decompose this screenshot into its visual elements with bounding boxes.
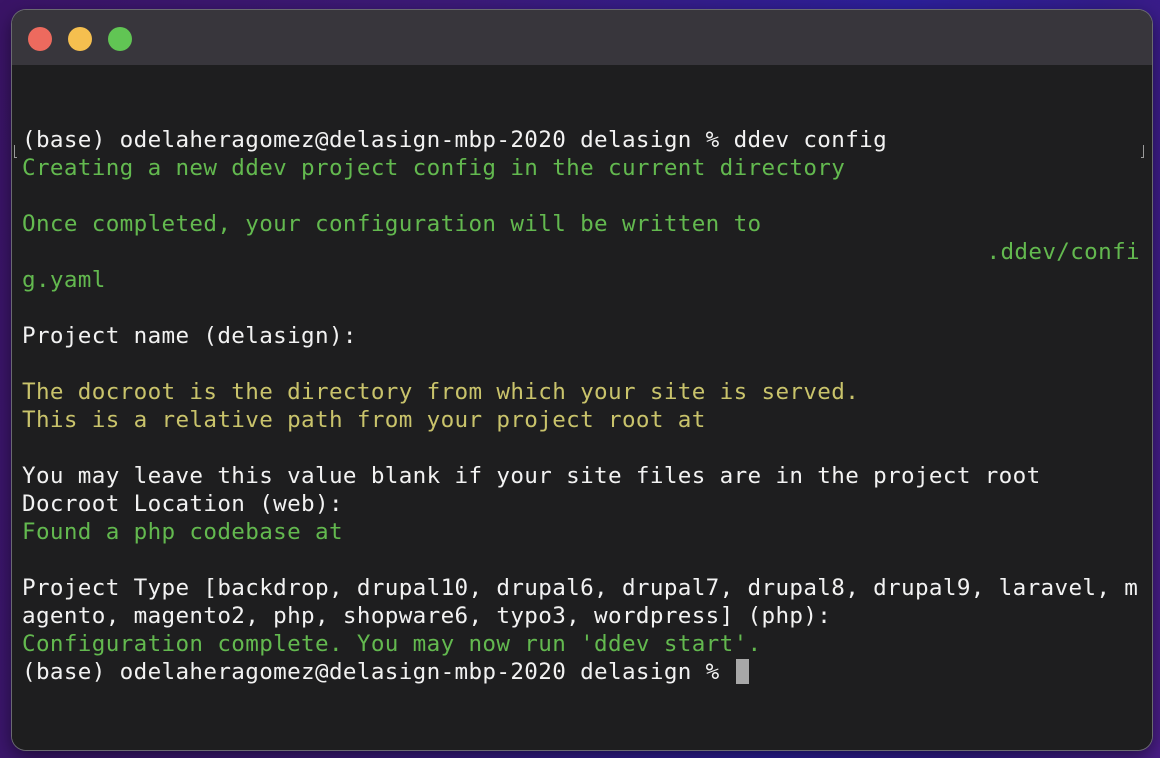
output-line: .ddev/confi xyxy=(986,239,1140,265)
window-controls xyxy=(28,27,132,51)
prompt-question: agento, magento2, php, shopware6, typo3,… xyxy=(22,603,832,629)
output-line: Found a php codebase at xyxy=(22,519,343,545)
text-cursor xyxy=(735,659,749,684)
terminal-window: (base) odelaheragomez@delasign-mbp-2020 … xyxy=(12,10,1152,750)
mark-bracket-left-icon xyxy=(14,145,17,158)
mark-bracket-right-icon xyxy=(1141,145,1144,158)
prompt-question: Docroot Location (web): xyxy=(22,491,343,517)
terminal-output[interactable]: (base) odelaheragomez@delasign-mbp-2020 … xyxy=(12,65,1152,750)
output-line: You may leave this value blank if your s… xyxy=(22,463,1041,489)
prompt-text: (base) odelaheragomez@delasign-mbp-2020 … xyxy=(22,659,734,685)
info-line: The docroot is the directory from which … xyxy=(22,379,860,405)
output-line: Creating a new ddev project config in th… xyxy=(22,155,846,181)
output-line: Once completed, your configuration will … xyxy=(22,211,762,237)
title-bar[interactable] xyxy=(12,10,1152,65)
prompt-line: (base) odelaheragomez@delasign-mbp-2020 … xyxy=(22,127,888,153)
minimize-window-button[interactable] xyxy=(68,27,92,51)
close-window-button[interactable] xyxy=(28,27,52,51)
maximize-window-button[interactable] xyxy=(108,27,132,51)
status-line: Configuration complete. You may now run … xyxy=(22,631,762,657)
info-line: This is a relative path from your projec… xyxy=(22,407,706,433)
prompt-question: Project name (delasign): xyxy=(22,323,357,349)
output-line: g.yaml xyxy=(22,267,106,293)
current-prompt-line[interactable]: (base) odelaheragomez@delasign-mbp-2020 … xyxy=(22,658,749,686)
prompt-question: Project Type [backdrop, drupal10, drupal… xyxy=(22,575,1139,601)
